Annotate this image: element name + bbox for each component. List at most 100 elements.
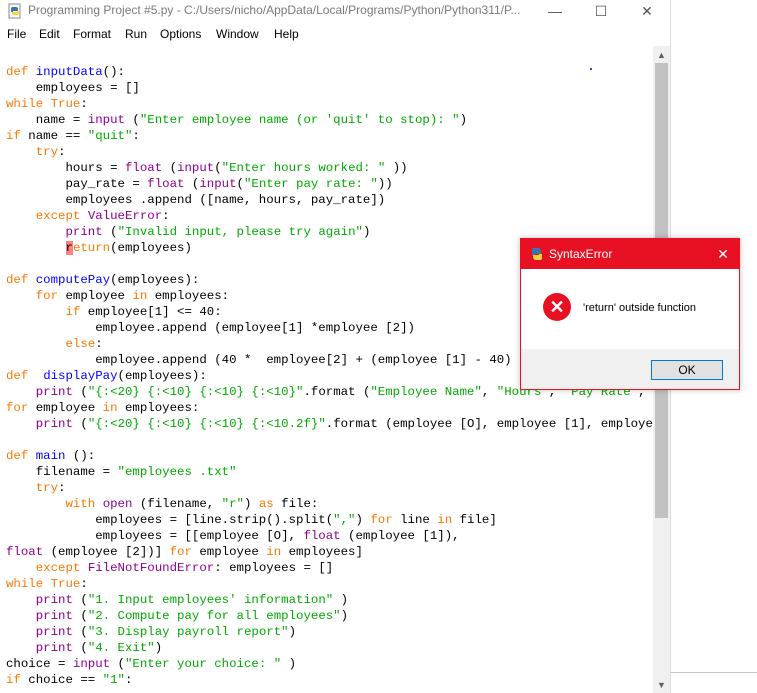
code-line[interactable]: if choice == "1": [6, 672, 653, 688]
code-line[interactable]: def inputData(): [6, 64, 653, 80]
dialog-close-button[interactable]: ✕ [713, 244, 733, 264]
code-token: file] [452, 513, 497, 527]
code-line[interactable]: employees = [line.strip().split(",") for… [6, 512, 653, 528]
dialog-title-bar: SyntaxError ✕ [521, 239, 739, 269]
code-token: (employees) [110, 241, 192, 255]
code-token: "Enter hours worked: " [221, 161, 386, 175]
code-line[interactable]: print ("{:<20} {:<10} {:<10} {:<10.2f}".… [6, 416, 653, 432]
code-line[interactable]: name = input ("Enter employee name (or '… [6, 112, 653, 128]
code-line[interactable] [6, 432, 653, 448]
code-line[interactable]: filename = "employees .txt" [6, 464, 653, 480]
code-line[interactable]: float (employee [2])] for employee in em… [6, 544, 653, 560]
code-token: try [35, 145, 59, 159]
code-line[interactable]: print ("2. Compute pay for all employees… [6, 608, 653, 624]
code-line[interactable]: pay_rate = float (input("Enter pay rate:… [6, 176, 653, 192]
code-token: name = [6, 113, 88, 127]
code-token: (filename, [132, 497, 222, 511]
code-token: "employees .txt" [117, 465, 237, 479]
menu-options[interactable]: Options [160, 27, 201, 41]
code-token: (employees): [117, 369, 207, 383]
code-token: eturn [72, 241, 111, 255]
code-line[interactable]: except ValueError: [6, 208, 653, 224]
code-token: : [80, 97, 88, 111]
scroll-up-icon[interactable]: ▲ [653, 46, 670, 63]
code-token: ) [281, 657, 297, 671]
code-token: print [65, 225, 103, 239]
code-token: input [199, 177, 237, 191]
menu-bar: File Edit Format Run Options Window Help [0, 24, 670, 44]
code-line[interactable]: print ("1. Input employees' information"… [6, 592, 653, 608]
menu-format[interactable]: Format [73, 27, 111, 41]
scroll-down-icon[interactable]: ▼ [653, 676, 670, 693]
code-token: employees .append ([name, hours, pay_rat… [6, 193, 386, 207]
close-button[interactable]: ✕ [624, 0, 670, 22]
maximize-button[interactable]: ☐ [578, 0, 624, 22]
code-line[interactable]: employees = [[employee [O], float (emplo… [6, 528, 653, 544]
code-line[interactable]: employees = [] [6, 80, 653, 96]
code-token: ) [288, 625, 297, 639]
error-message: 'return' outside function [583, 302, 697, 314]
code-token: ( [110, 657, 125, 671]
code-line[interactable]: if name == "quit": [6, 128, 653, 144]
code-line[interactable]: print ("4. Exit") [6, 640, 653, 656]
code-token: "1" [102, 673, 125, 687]
code-token: float [147, 177, 185, 191]
code-token: displayPay [43, 369, 118, 383]
code-line[interactable]: for employee in employees: [6, 400, 653, 416]
code-line[interactable]: employees .append ([name, hours, pay_rat… [6, 192, 653, 208]
menu-run[interactable]: Run [125, 27, 147, 41]
code-line[interactable]: choice = input ("Enter your choice: " ) [6, 656, 653, 672]
code-token: if [6, 673, 21, 687]
menu-window[interactable]: Window [216, 27, 259, 41]
python-file-icon [8, 3, 21, 19]
code-token: "{:<20} {:<10} {:<10} {:<10}" [87, 385, 304, 399]
code-line[interactable]: try: [6, 144, 653, 160]
code-token: print [35, 609, 73, 623]
code-token: , [481, 385, 497, 399]
code-line[interactable]: while True: [6, 96, 653, 112]
menu-edit[interactable]: Edit [39, 27, 60, 41]
code-token: ) [355, 513, 371, 527]
code-line[interactable]: print ("3. Display payroll report") [6, 624, 653, 640]
code-token: if [6, 129, 21, 143]
code-token: : [124, 673, 133, 687]
code-token: ( [72, 593, 88, 607]
code-line[interactable]: except FileNotFoundError: employees = [] [6, 560, 653, 576]
code-token: ( [184, 177, 200, 191]
code-token: : [58, 145, 66, 159]
code-token: employees: [147, 289, 230, 303]
code-line[interactable]: with open (filename, "r") as file: [6, 496, 653, 512]
code-token: float [6, 545, 44, 559]
code-token: try [35, 481, 59, 495]
code-token: file: [273, 497, 319, 511]
code-token: ( [236, 177, 244, 191]
code-line[interactable]: try: [6, 480, 653, 496]
code-token: : [162, 209, 170, 223]
code-line[interactable]: def main (): [6, 448, 653, 464]
code-token: def [6, 273, 36, 287]
error-highlight: r [65, 241, 73, 255]
menu-help[interactable]: Help [274, 27, 299, 41]
code-token: def [6, 369, 36, 383]
ok-button[interactable]: OK [651, 360, 723, 380]
minimize-button[interactable]: — [532, 0, 578, 22]
code-token: as [258, 497, 274, 511]
code-token: : [132, 129, 140, 143]
code-token: inputData [35, 65, 103, 79]
code-token: "4. Exit" [87, 641, 155, 655]
code-token: ) [154, 641, 163, 655]
menu-file[interactable]: File [7, 27, 26, 41]
code-token: except [35, 209, 81, 223]
code-line[interactable]: while True: [6, 576, 653, 592]
code-token: def [6, 449, 36, 463]
code-token: ) [243, 497, 259, 511]
code-token: : [95, 337, 103, 351]
code-line[interactable]: hours = float (input("Enter hours worked… [6, 160, 653, 176]
